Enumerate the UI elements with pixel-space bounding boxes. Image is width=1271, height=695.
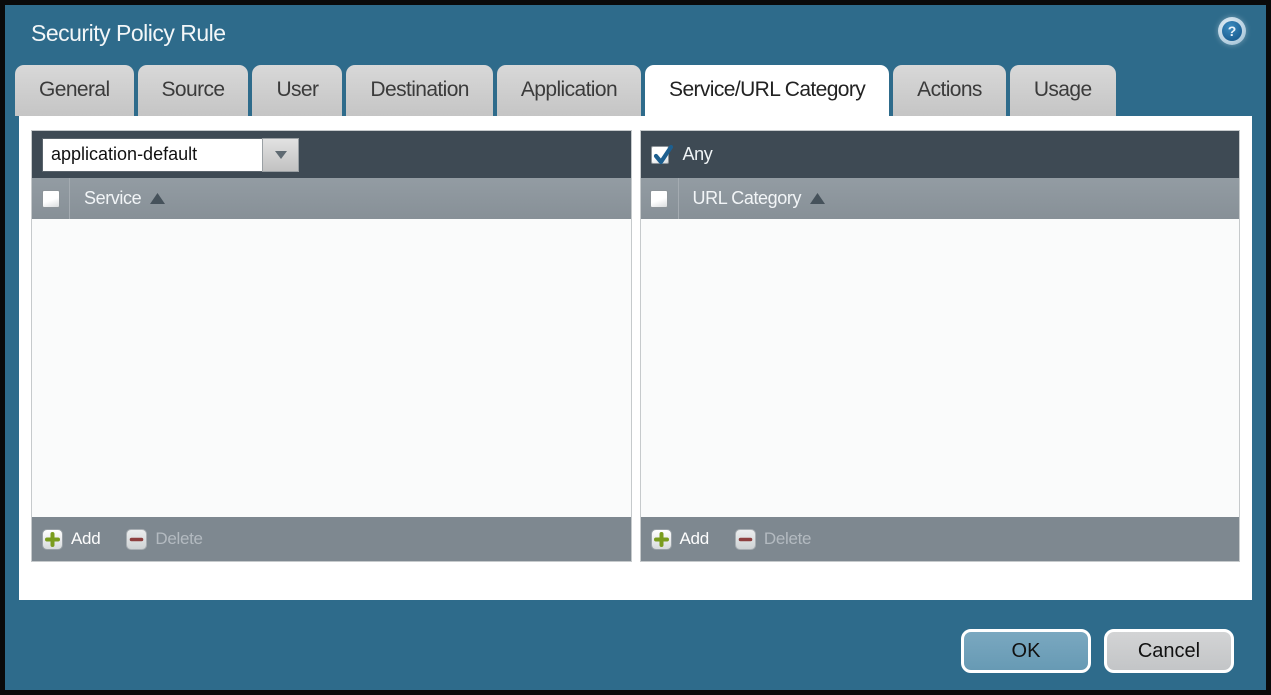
any-checkbox[interactable]	[650, 144, 673, 164]
url-category-column-label: URL Category	[692, 188, 802, 208]
url-category-delete-button[interactable]: Delete	[734, 528, 812, 550]
add-plus-icon	[42, 528, 63, 550]
service-type-combobox	[42, 137, 299, 172]
tab-destination[interactable]: Destination	[346, 65, 493, 116]
service-select-all-cell	[32, 178, 70, 219]
url-category-panel: Any URL Category Add Delete	[639, 130, 1240, 562]
add-label: Add	[71, 529, 101, 548]
url-category-column-header[interactable]: URL Category	[640, 178, 1239, 219]
delete-label: Delete	[763, 529, 812, 548]
service-panel-header	[32, 131, 631, 178]
url-category-add-button[interactable]: Add	[650, 528, 710, 550]
sort-ascending-icon	[150, 193, 166, 204]
add-label: Add	[679, 529, 710, 548]
url-category-select-all-cell	[641, 178, 679, 219]
service-type-dropdown-button[interactable]	[262, 137, 299, 172]
tab-usage[interactable]: Usage	[1009, 65, 1116, 116]
url-category-select-all-checkbox[interactable]	[650, 189, 668, 208]
service-type-input[interactable]	[42, 137, 262, 172]
service-delete-button[interactable]: Delete	[126, 528, 203, 550]
tab-content: Service Add	[19, 116, 1252, 600]
ok-button[interactable]: OK	[961, 629, 1091, 673]
add-plus-icon	[650, 528, 672, 550]
titlebar: Security Policy Rule ?	[5, 5, 1266, 65]
tab-service-url-category[interactable]: Service/URL Category	[645, 65, 890, 116]
tab-application[interactable]: Application	[496, 65, 642, 116]
url-category-list-body	[640, 219, 1239, 517]
service-column-header[interactable]: Service	[32, 178, 631, 219]
chevron-down-icon	[274, 150, 287, 159]
delete-label: Delete	[155, 529, 203, 548]
security-policy-rule-dialog: Security Policy Rule ? General Source Us…	[0, 0, 1271, 695]
delete-minus-icon	[734, 528, 756, 550]
service-panel: Service Add	[31, 130, 632, 562]
tab-source[interactable]: Source	[137, 65, 249, 116]
any-label: Any	[682, 144, 713, 164]
service-column-label: Service	[84, 188, 142, 208]
delete-minus-icon	[126, 528, 148, 550]
tab-bar: General Source User Destination Applicat…	[5, 65, 1266, 116]
checkmark-icon	[653, 144, 673, 164]
url-category-panel-header: Any	[640, 131, 1239, 178]
tab-general[interactable]: General	[15, 65, 134, 116]
help-question-icon: ?	[1222, 21, 1242, 41]
service-panel-footer: Add Delete	[32, 517, 631, 561]
cancel-button[interactable]: Cancel	[1104, 629, 1234, 673]
dialog-footer: OK Cancel	[961, 629, 1234, 673]
service-list-body	[32, 219, 631, 517]
tab-actions[interactable]: Actions	[893, 65, 1006, 116]
url-category-panel-footer: Add Delete	[640, 517, 1239, 561]
tab-user[interactable]: User	[252, 65, 343, 116]
sort-ascending-icon	[810, 193, 826, 204]
dialog-title: Security Policy Rule	[31, 20, 226, 46]
help-button[interactable]: ?	[1218, 17, 1246, 45]
service-add-button[interactable]: Add	[42, 528, 101, 550]
service-select-all-checkbox[interactable]	[41, 189, 60, 208]
